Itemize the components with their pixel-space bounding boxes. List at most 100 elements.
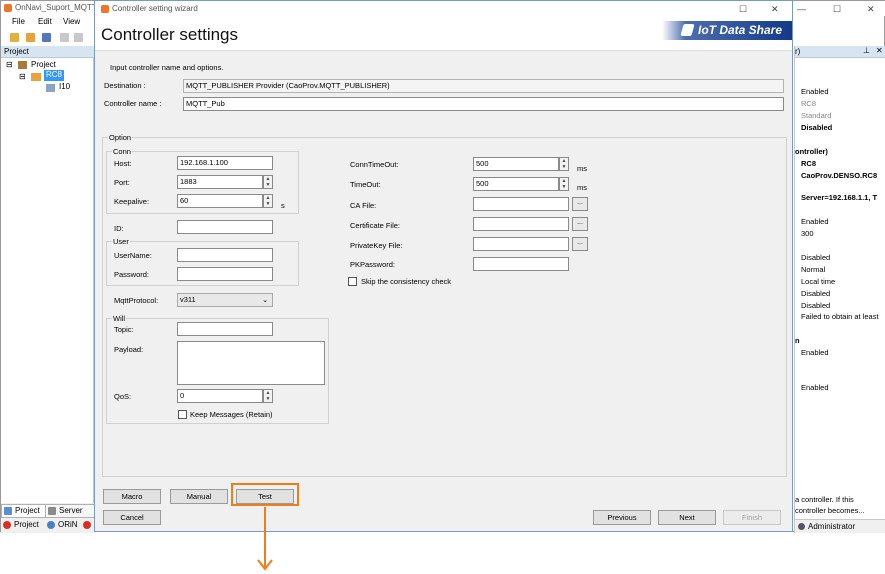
tree-expander-icon[interactable]: ⊟	[6, 60, 13, 69]
conntimeout-spinner[interactable]: ▲ ▼	[559, 157, 569, 171]
conntimeout-input[interactable]: 500	[473, 157, 559, 171]
keepalive-spinner[interactable]: ▲ ▼	[263, 194, 273, 208]
macro-button[interactable]: Macro	[103, 489, 161, 504]
annotation-arrow-line	[264, 507, 266, 567]
finish-button[interactable]: Finish	[723, 510, 781, 525]
will-group-title: Will	[112, 314, 127, 323]
username-input[interactable]	[177, 248, 273, 262]
conntimeout-label: ConnTimeOut:	[350, 160, 399, 169]
property-value: Enabled	[801, 87, 829, 96]
property-value: Enabled	[801, 217, 829, 226]
qos-input[interactable]: 0	[177, 389, 263, 403]
project-folder-icon	[18, 61, 27, 69]
controller-name-input[interactable]: MQTT_Pub	[183, 97, 784, 111]
app-title: OnNavi_Suport_MQTT	[15, 3, 97, 12]
ca-file-browse-button[interactable]: ...	[572, 197, 588, 211]
dialog-header: Controller settings IoT Data Share	[95, 18, 792, 51]
keepalive-unit: s	[281, 201, 285, 210]
chevron-down-icon: ⌄	[262, 297, 268, 304]
property-category: n	[795, 336, 800, 345]
test-button-highlight	[231, 483, 299, 506]
timeout-input[interactable]: 500	[473, 177, 559, 191]
password-input[interactable]	[177, 267, 273, 281]
new-file-icon[interactable]	[10, 33, 19, 42]
app-toolbar	[1, 30, 96, 46]
user-name: Administrator	[808, 522, 856, 531]
property-description: controller becomes...	[795, 506, 865, 515]
payload-textarea[interactable]	[177, 341, 325, 385]
skip-consistency-checkbox[interactable]	[348, 277, 357, 286]
tree-expander-icon[interactable]: ⊟	[19, 72, 26, 81]
payload-label: Payload:	[114, 345, 144, 354]
cancel-button[interactable]: Cancel	[103, 510, 161, 525]
dialog-maximize-icon[interactable]: ☐	[739, 4, 747, 15]
port-input[interactable]: 1883	[177, 175, 263, 189]
conn-group-title: Conn	[112, 147, 132, 156]
dialog-close-icon[interactable]: ✕	[771, 4, 779, 15]
menu-view[interactable]: View	[63, 17, 80, 26]
certificate-file-input[interactable]	[473, 217, 569, 231]
panel-close-icon[interactable]: ✕	[876, 46, 883, 55]
port-spinner[interactable]: ▲ ▼	[263, 175, 273, 189]
property-value: Disabled	[801, 123, 833, 132]
properties-panel-title: r)	[795, 47, 801, 56]
project-tree[interactable]: ⊟ Project ⊟ RC8 I10	[1, 58, 94, 503]
dialog-title: Controller setting wizard	[112, 4, 198, 13]
user-icon	[798, 523, 805, 530]
timeout-spinner[interactable]: ▲ ▼	[559, 177, 569, 191]
properties-panel-header: r) ⊥ ✕	[795, 46, 885, 58]
instruction-text: Input controller name and options.	[110, 63, 224, 72]
ca-file-input[interactable]	[473, 197, 569, 211]
open-folder-icon[interactable]	[26, 33, 35, 42]
property-value: Disabled	[801, 301, 831, 310]
project-panel-header: Project	[1, 46, 96, 58]
option-group-title: Option	[108, 133, 133, 142]
property-value: 300	[801, 229, 814, 238]
id-input[interactable]	[177, 220, 273, 234]
topic-input[interactable]	[177, 322, 273, 336]
keep-messages-checkbox[interactable]	[178, 410, 187, 419]
destination-field: MQTT_PUBLISHER Provider (CaoProv.MQTT_PU…	[183, 79, 784, 93]
pin-icon[interactable]: ⊥	[863, 46, 870, 55]
menu-file[interactable]: File	[12, 17, 25, 26]
io-icon	[46, 84, 55, 92]
timeout-unit: ms	[577, 183, 587, 192]
keepalive-label: Keepalive:	[114, 197, 150, 206]
next-button[interactable]: Next	[658, 510, 716, 525]
keepalive-input[interactable]: 60	[177, 194, 263, 208]
properties-panel: r) ⊥ ✕ Enabled RC8 Standard Disabled ont…	[794, 46, 885, 533]
app-close-icon[interactable]: ✕	[867, 4, 875, 15]
privatekey-file-input[interactable]	[473, 237, 569, 251]
check-icon	[47, 521, 55, 529]
previous-button[interactable]: Previous	[593, 510, 651, 525]
host-label: Host:	[114, 159, 132, 168]
error-icon	[3, 521, 11, 529]
paste-icon[interactable]	[74, 33, 83, 42]
id-label: ID:	[114, 224, 124, 233]
app-logo-icon	[4, 4, 12, 12]
status-orin-label: ORiN	[58, 520, 78, 529]
privatekey-file-browse-button[interactable]: ...	[572, 237, 588, 251]
mqttprotocol-select[interactable]: v311 ⌄	[177, 293, 273, 307]
certificate-file-browse-button[interactable]: ...	[572, 217, 588, 231]
panel-tabs: Project Server Project ORiN	[1, 503, 104, 533]
ca-file-label: CA File:	[350, 201, 377, 210]
certificate-file-label: Certificate File:	[350, 221, 401, 230]
tree-item-project[interactable]: Project	[31, 60, 56, 69]
property-value: Disabled	[801, 253, 831, 262]
qos-spinner[interactable]: ▲ ▼	[263, 389, 273, 403]
app-maximize-icon[interactable]: ☐	[833, 4, 841, 15]
copy-icon[interactable]	[60, 33, 69, 42]
menu-edit[interactable]: Edit	[38, 17, 52, 26]
manual-button[interactable]: Manual	[170, 489, 228, 504]
property-category: ontroller)	[795, 147, 828, 156]
property-value: RC8	[801, 159, 817, 168]
host-input[interactable]: 192.168.1.100	[177, 156, 273, 170]
username-label: UserName:	[114, 251, 152, 260]
save-icon[interactable]	[42, 33, 51, 42]
tree-item-rc8[interactable]: RC8	[44, 70, 65, 81]
tree-item-i10[interactable]: I10	[59, 82, 70, 91]
app-minimize-icon[interactable]: —	[797, 4, 806, 14]
pkpassword-input[interactable]	[473, 257, 569, 271]
property-value: Disabled	[801, 289, 831, 298]
